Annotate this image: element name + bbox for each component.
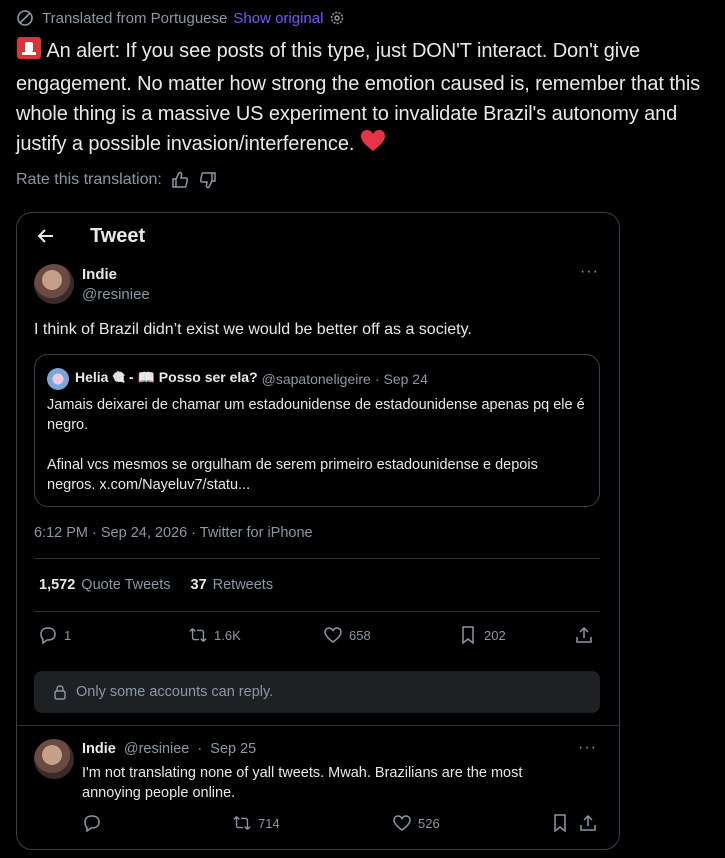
share-icon: [574, 625, 594, 645]
share-icon: [578, 813, 598, 833]
tweet-timestamp: 6:12 PM · Sep 24, 2026 · Twitter for iPh…: [34, 525, 313, 541]
post-text: An alert: If you see posts of this type,…: [16, 36, 721, 162]
retweet-action: 714: [232, 813, 280, 833]
author-handle: @resiniee: [82, 286, 150, 303]
retweets-label: Retweets: [212, 577, 274, 593]
reply-actions: 714 526: [82, 813, 600, 837]
rate-label: Rate this translation:: [16, 171, 162, 188]
quote-tweets-count: 1,572: [39, 577, 76, 593]
tweet-author: Indie @resiniee: [82, 265, 150, 305]
heart-emoji: [360, 129, 386, 162]
rate-translation: Rate this translation:: [16, 170, 218, 190]
reply-author-name: Indie: [82, 741, 116, 757]
tweet-page-title: Tweet: [90, 225, 146, 247]
bookmark-action: 202: [458, 625, 506, 645]
divider: [34, 558, 600, 559]
avatar: [34, 739, 74, 779]
tweet-actions: 1 1.6K 658 202: [34, 621, 600, 651]
tweet-stats: 1,572 Quote Tweets 37 Retweets: [39, 577, 273, 593]
reply-text: I'm not translating none of yall tweets.…: [82, 765, 523, 801]
avatar: [34, 264, 74, 304]
like-action: 526: [392, 813, 440, 833]
quote-paragraph-2: Afinal vcs mesmos se orgulham de serem p…: [47, 457, 538, 493]
siren-emoji: [16, 36, 42, 69]
reply-restriction-notice: Only some accounts can reply.: [34, 671, 600, 713]
translation-bar: Translated from Portuguese Show original: [16, 8, 345, 28]
like-icon: [323, 625, 343, 645]
thumbs-up-icon[interactable]: [170, 170, 190, 190]
share-action: [574, 625, 600, 645]
reply-icon: [38, 625, 58, 645]
retweets-stat: 37 Retweets: [191, 577, 274, 593]
like-count: 658: [349, 627, 371, 643]
retweet-icon: [188, 625, 208, 645]
like-action: 658: [323, 625, 371, 645]
globe-icon: [16, 9, 34, 27]
gear-icon[interactable]: [329, 10, 345, 26]
quote-date: Sep 24: [383, 371, 428, 387]
quote-avatar: [47, 368, 69, 390]
quote-separator: ·: [374, 371, 380, 387]
translation-label: Translated from Portuguese: [42, 9, 228, 27]
bookmark-action: [550, 813, 576, 833]
bookmark-icon: [550, 813, 570, 833]
like-icon: [392, 813, 412, 833]
reply-retweet-count: 714: [258, 815, 280, 831]
more-options-icon: ···: [578, 739, 597, 756]
reply-action: 1: [38, 625, 71, 645]
tweet-header: Tweet: [17, 213, 619, 259]
quote-author-name: Helia 🎕 - 📖 Posso ser ela?: [75, 369, 258, 385]
divider: [34, 611, 600, 612]
reply-date: Sep 25: [210, 741, 257, 757]
tweet-body: I think of Brazil didn’t exist we would …: [34, 321, 472, 338]
show-original-link[interactable]: Show original: [233, 10, 323, 27]
retweet-icon: [232, 813, 252, 833]
quote-handle: @sapatoneligeire: [261, 371, 371, 387]
quote-paragraph-1: Jamais deixarei de chamar um estadounide…: [47, 397, 585, 433]
post-text-content: An alert: If you see posts of this type,…: [16, 40, 701, 155]
reply-header: Indie @resiniee · Sep 25: [82, 741, 256, 757]
reply-like-count: 526: [418, 815, 440, 831]
quote-tweets-stat: 1,572 Quote Tweets: [39, 577, 171, 593]
bookmark-icon: [458, 625, 478, 645]
quoted-tweet: Helia 🎕 - 📖 Posso ser ela? @sapatonelige…: [34, 354, 600, 507]
quoted-tweet-text: Jamais deixarei de chamar um estadounide…: [47, 395, 587, 495]
retweet-count: 1.6K: [214, 627, 241, 643]
share-action: [578, 813, 604, 833]
reply-author-handle: @resiniee: [123, 741, 190, 757]
retweet-action: 1.6K: [188, 625, 241, 645]
back-arrow-icon: [35, 225, 57, 247]
embedded-tweet-screenshot: Tweet Indie @resiniee ··· I think of Bra…: [16, 212, 620, 850]
bookmark-count: 202: [484, 627, 506, 643]
reply-restriction-text: Only some accounts can reply.: [76, 684, 274, 700]
quoted-tweet-header: Helia 🎕 - 📖 Posso ser ela? @sapatonelige…: [47, 367, 428, 391]
thumbs-down-icon[interactable]: [198, 170, 218, 190]
lock-icon: [52, 684, 68, 700]
reply-action: [82, 813, 108, 833]
quote-tweets-label: Quote Tweets: [81, 577, 171, 593]
author-name: Indie: [82, 266, 118, 283]
retweets-count: 37: [190, 577, 207, 593]
more-options-icon: ···: [580, 263, 599, 280]
reply-count: 1: [64, 627, 72, 643]
reply-icon: [82, 813, 102, 833]
reply-separator: ·: [197, 741, 203, 757]
divider: [17, 725, 619, 726]
